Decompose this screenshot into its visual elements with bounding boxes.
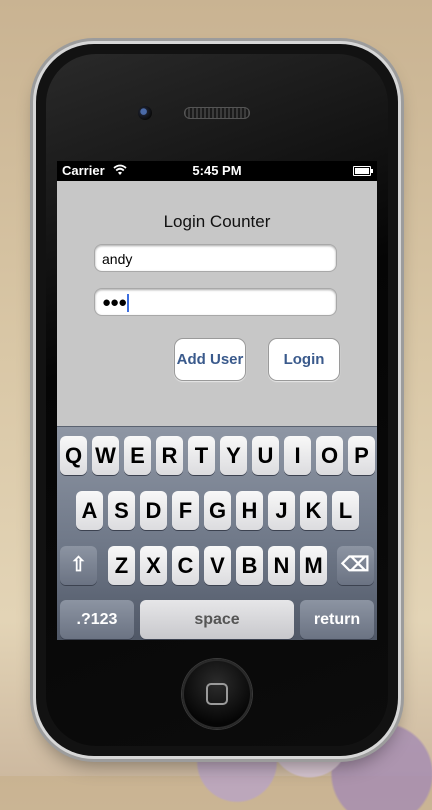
key-c[interactable]: C — [172, 546, 199, 585]
screen: Carrier 5:45 PM Login Counter andy ●●● A… — [57, 161, 377, 640]
key-u[interactable]: U — [252, 436, 279, 475]
key-y[interactable]: Y — [220, 436, 247, 475]
login-button[interactable]: Login — [268, 338, 340, 381]
numbers-key[interactable]: .?123 — [60, 600, 134, 639]
key-l[interactable]: L — [332, 491, 359, 530]
key-o[interactable]: O — [316, 436, 343, 475]
key-i[interactable]: I — [284, 436, 311, 475]
key-p[interactable]: P — [348, 436, 375, 475]
key-s[interactable]: S — [108, 491, 135, 530]
backspace-key[interactable]: ⌫ — [337, 546, 374, 585]
key-x[interactable]: X — [140, 546, 167, 585]
home-square-icon — [206, 683, 228, 705]
earpiece-speaker — [184, 107, 250, 119]
key-f[interactable]: F — [172, 491, 199, 530]
backspace-icon: ⌫ — [341, 554, 370, 576]
key-k[interactable]: K — [300, 491, 327, 530]
key-q[interactable]: Q — [60, 436, 87, 475]
shift-icon: ⇧ — [70, 554, 87, 576]
key-b[interactable]: B — [236, 546, 263, 585]
username-value: andy — [102, 251, 133, 267]
key-v[interactable]: V — [204, 546, 231, 585]
battery-icon — [353, 166, 373, 176]
password-value: ●●● — [102, 294, 127, 311]
key-e[interactable]: E — [124, 436, 151, 475]
keyboard: Q W E R T Y U I O P A S D F G H J K L ⇧ … — [57, 426, 377, 640]
add-user-button[interactable]: Add User — [174, 338, 246, 381]
key-d[interactable]: D — [140, 491, 167, 530]
key-g[interactable]: G — [204, 491, 231, 530]
key-t[interactable]: T — [188, 436, 215, 475]
text-caret — [127, 294, 130, 313]
key-m[interactable]: M — [300, 546, 327, 585]
key-z[interactable]: Z — [108, 546, 135, 585]
password-field[interactable]: ●●● — [94, 288, 337, 316]
iphone-frame: Carrier 5:45 PM Login Counter andy ●●● A… — [36, 44, 398, 756]
shift-key[interactable]: ⇧ — [60, 546, 97, 585]
status-bar: Carrier 5:45 PM — [57, 161, 377, 181]
key-h[interactable]: H — [236, 491, 263, 530]
space-key[interactable]: space — [140, 600, 294, 639]
key-j[interactable]: J — [268, 491, 295, 530]
key-n[interactable]: N — [268, 546, 295, 585]
username-field[interactable]: andy — [94, 244, 337, 272]
page-title: Login Counter — [163, 212, 271, 231]
return-key[interactable]: return — [300, 600, 374, 639]
camera-icon — [138, 106, 152, 120]
key-a[interactable]: A — [76, 491, 103, 530]
key-r[interactable]: R — [156, 436, 183, 475]
status-time: 5:45 PM — [192, 163, 242, 178]
key-w[interactable]: W — [92, 436, 119, 475]
home-button[interactable] — [182, 659, 252, 729]
